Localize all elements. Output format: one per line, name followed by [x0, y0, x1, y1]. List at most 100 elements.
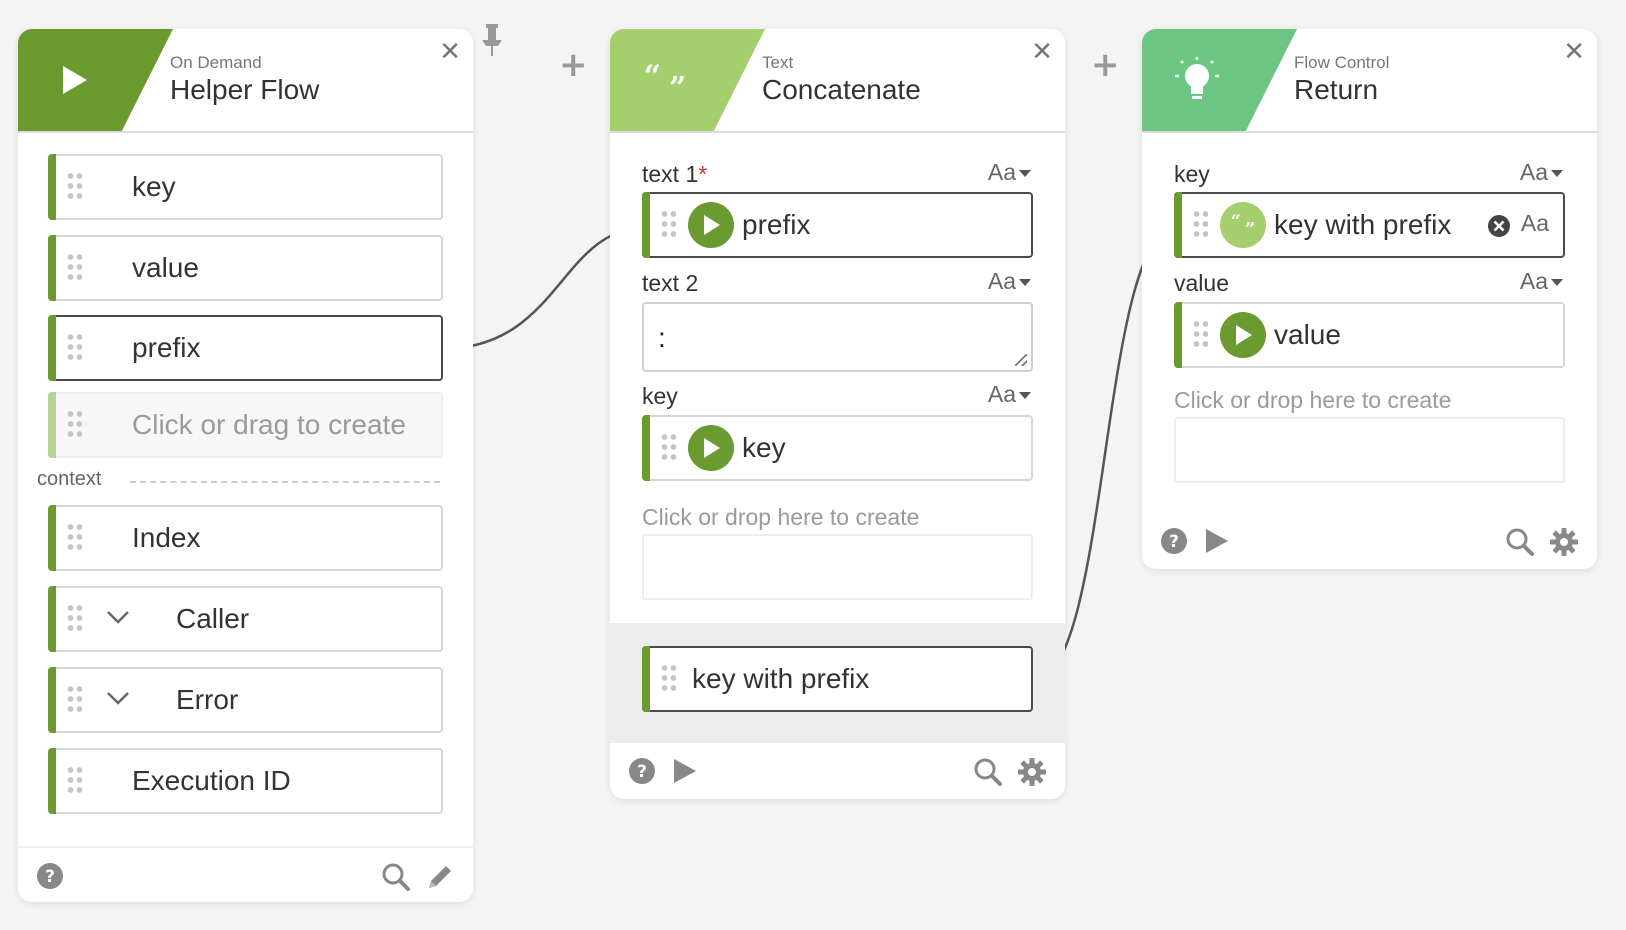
text1-ref-pill[interactable]: prefix: [642, 192, 1033, 258]
lightbulb-icon: [1142, 29, 1252, 131]
svg-text:?: ?: [1169, 532, 1179, 552]
drag-handle-icon[interactable]: [66, 252, 82, 284]
drag-handle-icon[interactable]: [1192, 319, 1208, 351]
add-step-plus-1[interactable]: +: [559, 48, 588, 82]
pill-label: key: [742, 432, 786, 463]
card-header: “ ” Text Concatenate ✕: [610, 29, 1065, 133]
search-icon[interactable]: [381, 862, 411, 896]
search-icon[interactable]: [1505, 527, 1535, 561]
edit-pencil-icon[interactable]: [425, 862, 455, 896]
pill-label: value: [1274, 319, 1341, 350]
add-step-plus-2[interactable]: +: [1091, 48, 1120, 82]
play-icon: [1220, 312, 1266, 358]
chevron-down-icon[interactable]: [106, 601, 130, 631]
helper-flow-card: On Demand Helper Flow ✕ key value prefix…: [18, 29, 473, 902]
svg-text:?: ?: [45, 867, 55, 887]
key-ref-pill[interactable]: “ ” key with prefix Aa: [1174, 192, 1565, 258]
drag-handle-icon[interactable]: [66, 684, 82, 716]
drag-handle-icon[interactable]: [66, 332, 82, 364]
create-input-placeholder[interactable]: Click or drag to create: [48, 392, 443, 458]
field-label-text2: text 2: [642, 270, 699, 296]
quotes-icon: “ ”: [643, 58, 687, 106]
close-icon[interactable]: ✕: [1031, 39, 1053, 65]
concatenate-card: “ ” Text Concatenate ✕ text 1* Aa prefix…: [610, 29, 1065, 799]
svg-text:?: ?: [637, 762, 647, 782]
pill-label: Index: [132, 522, 201, 553]
pill-label: prefix: [132, 332, 201, 363]
text2-value: :: [658, 322, 666, 353]
pill-label: key with prefix: [1274, 209, 1452, 240]
pill-label: key with prefix: [692, 663, 870, 694]
type-toggle-value[interactable]: Aa: [1520, 268, 1563, 295]
drag-handle-icon[interactable]: [66, 171, 82, 203]
input-pill-prefix[interactable]: prefix: [48, 315, 443, 381]
key-ref-pill[interactable]: key: [642, 415, 1033, 481]
create-hint: Click or drag to create: [132, 409, 406, 440]
value-ref-pill[interactable]: value: [1174, 302, 1565, 368]
context-pill-execution-id[interactable]: Execution ID: [48, 748, 443, 814]
create-drop-zone[interactable]: [642, 534, 1033, 600]
input-pill-value[interactable]: value: [48, 235, 443, 301]
run-play-icon[interactable]: [672, 757, 698, 789]
play-icon: [18, 29, 128, 131]
play-icon: [688, 425, 734, 471]
chevron-down-icon[interactable]: [106, 682, 130, 712]
pill-label: Execution ID: [132, 765, 291, 796]
card-subtitle: Text: [762, 53, 794, 72]
pill-label: Error: [176, 684, 239, 715]
help-icon[interactable]: ?: [1160, 527, 1188, 559]
context-label: context: [37, 468, 102, 490]
output-pill-key-with-prefix[interactable]: key with prefix: [642, 646, 1033, 712]
quotes-icon: “ ”: [1220, 202, 1266, 248]
context-pill-index[interactable]: Index: [48, 505, 443, 571]
search-icon[interactable]: [973, 757, 1003, 791]
context-pill-caller[interactable]: Caller: [48, 586, 443, 652]
create-drop-zone[interactable]: [1174, 417, 1565, 483]
resize-handle-icon[interactable]: [1015, 354, 1027, 366]
play-icon: [688, 202, 734, 248]
close-icon[interactable]: ✕: [439, 39, 461, 65]
card-subtitle: On Demand: [170, 53, 262, 72]
pill-label: Caller: [176, 603, 250, 634]
help-icon[interactable]: ?: [36, 862, 64, 894]
pin-icon[interactable]: [478, 22, 506, 62]
card-title: Return: [1294, 74, 1379, 105]
type-toggle-key[interactable]: Aa: [1520, 159, 1563, 186]
close-icon[interactable]: ✕: [1563, 39, 1585, 65]
field-label-value: value: [1174, 270, 1229, 296]
drag-handle-icon[interactable]: [66, 765, 82, 797]
create-hint: Click or drop here to create: [1174, 387, 1452, 413]
clear-icon[interactable]: [1487, 214, 1511, 242]
run-play-icon[interactable]: [1204, 527, 1230, 559]
field-label-text1: text 1*: [642, 161, 708, 187]
drag-handle-icon[interactable]: [660, 209, 676, 241]
input-pill-key[interactable]: key: [48, 154, 443, 220]
card-header: Flow Control Return ✕: [1142, 29, 1597, 133]
drag-handle-icon: [66, 409, 82, 441]
drag-handle-icon[interactable]: [66, 522, 82, 554]
pill-label: key: [132, 171, 176, 202]
inline-type-toggle[interactable]: Aa: [1521, 210, 1549, 237]
card-header: On Demand Helper Flow ✕: [18, 29, 473, 133]
gear-icon[interactable]: [1017, 757, 1047, 791]
pill-label: prefix: [742, 209, 811, 240]
card-footer: ?: [18, 846, 473, 902]
type-toggle-key[interactable]: Aa: [988, 381, 1031, 408]
context-divider: [130, 481, 440, 483]
card-title: Concatenate: [762, 74, 921, 105]
drag-handle-icon[interactable]: [1192, 209, 1208, 241]
field-label-key: key: [1174, 161, 1210, 187]
field-label-key: key: [642, 383, 678, 409]
drag-handle-icon[interactable]: [660, 663, 676, 695]
card-title: Helper Flow: [170, 74, 320, 105]
drag-handle-icon[interactable]: [660, 432, 676, 464]
text2-input[interactable]: :: [642, 302, 1033, 372]
gear-icon[interactable]: [1549, 527, 1579, 561]
create-hint: Click or drop here to create: [642, 504, 920, 530]
context-pill-error[interactable]: Error: [48, 667, 443, 733]
help-icon[interactable]: ?: [628, 757, 656, 789]
type-toggle-text1[interactable]: Aa: [988, 159, 1031, 186]
type-toggle-text2[interactable]: Aa: [988, 268, 1031, 295]
drag-handle-icon[interactable]: [66, 603, 82, 635]
pill-label: value: [132, 252, 199, 283]
